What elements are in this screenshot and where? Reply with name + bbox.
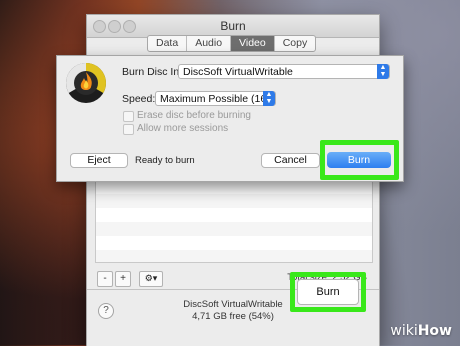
burn-disc-in-label: Burn Disc In: xyxy=(122,66,183,78)
remove-file-button[interactable]: - xyxy=(97,271,113,287)
help-button[interactable]: ? xyxy=(98,303,114,319)
disc-name: DiscSoft VirtualWritable xyxy=(183,299,283,310)
window-title: Burn xyxy=(220,19,246,33)
speed-value: Maximum Possible (16x) xyxy=(160,93,275,105)
watermark-wiki: wiki xyxy=(390,323,418,339)
disc-free-space: 4,71 GB free (54%) xyxy=(192,311,274,322)
speed-select[interactable]: Maximum Possible (16x) ▲ ▼ xyxy=(155,91,276,106)
watermark-how: How xyxy=(417,323,452,339)
erase-disc-label: Erase disc before burning xyxy=(137,110,251,121)
speed-label: Speed: xyxy=(122,93,156,105)
wikihow-watermark: wikiHow xyxy=(390,323,452,339)
erase-disc-checkbox[interactable] xyxy=(123,111,134,122)
tab-audio[interactable]: Audio xyxy=(187,36,232,51)
tab-video[interactable]: Video xyxy=(231,36,275,51)
burn-dialog: Burn Disc In: DiscSoft VirtualWritable ▲… xyxy=(56,55,404,182)
burn-disc-icon xyxy=(66,63,106,103)
burn-disc-in-select[interactable]: DiscSoft VirtualWritable ▲ ▼ xyxy=(178,64,390,79)
select-arrows-icon: ▲ ▼ xyxy=(377,64,389,79)
status-text: Ready to burn xyxy=(135,155,195,166)
cancel-button[interactable]: Cancel xyxy=(261,153,320,168)
tab-bar: Data Audio Video Copy xyxy=(147,35,317,52)
eject-button[interactable]: Eject xyxy=(70,153,128,168)
select-arrows-icon: ▲ ▼ xyxy=(263,91,275,106)
tab-data[interactable]: Data xyxy=(148,36,188,51)
burn-disc-in-value: DiscSoft VirtualWritable xyxy=(183,66,293,78)
burn-button[interactable]: Burn xyxy=(297,279,359,305)
add-file-button[interactable]: + xyxy=(115,271,131,287)
allow-sessions-checkbox[interactable] xyxy=(123,124,134,135)
dialog-burn-button[interactable]: Burn xyxy=(327,152,391,168)
allow-sessions-label: Allow more sessions xyxy=(137,123,229,134)
tab-copy[interactable]: Copy xyxy=(275,36,316,51)
disc-info: DiscSoft VirtualWritable 4,71 GB free (5… xyxy=(183,299,283,323)
gear-menu-button[interactable]: ⚙▾ xyxy=(139,271,163,287)
